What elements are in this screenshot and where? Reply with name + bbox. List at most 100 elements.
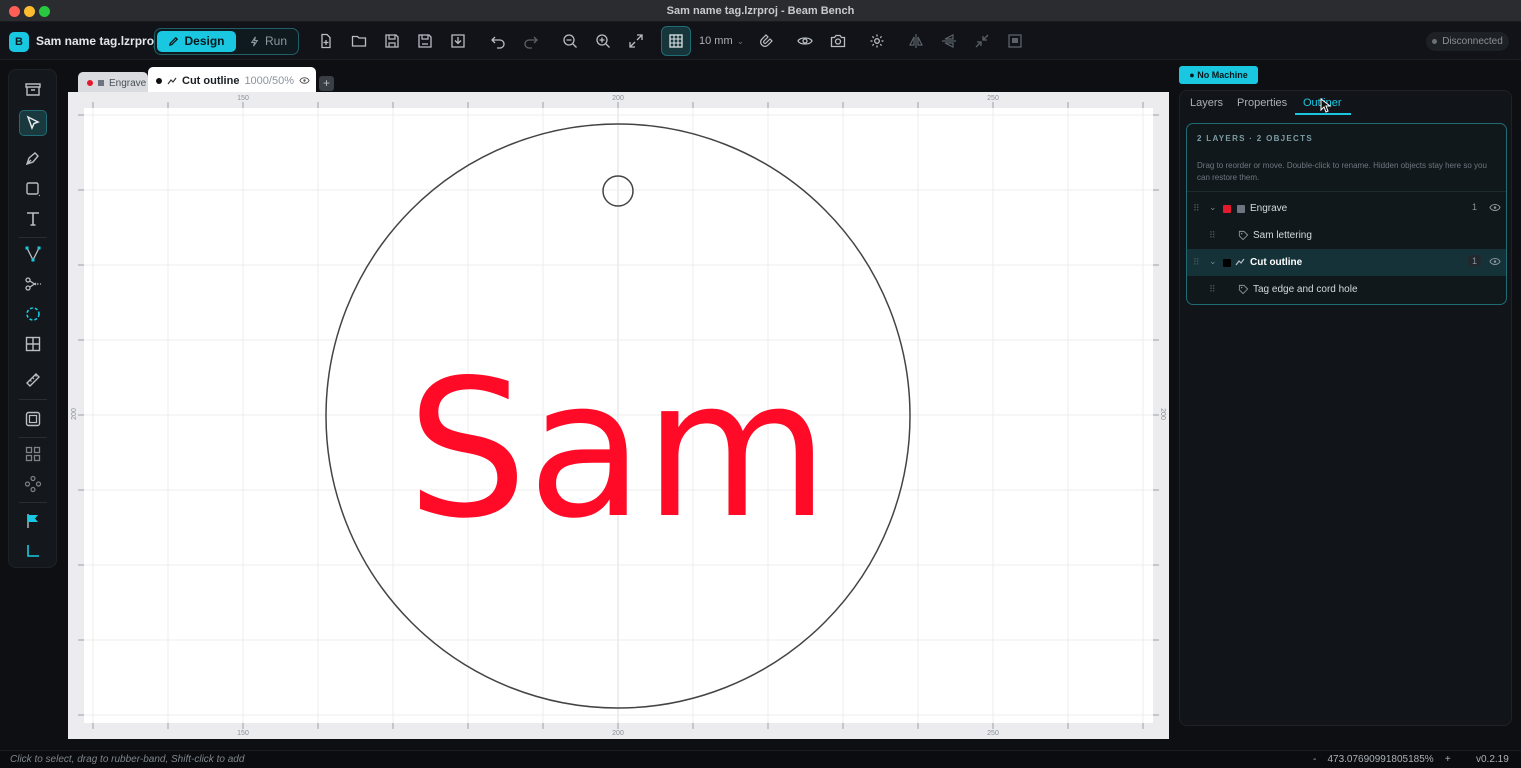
drag-handle-icon[interactable]: ⠿: [1193, 257, 1200, 268]
layer-row-cut-outline[interactable]: ⠿ ⌄ Cut outline 1: [1187, 249, 1506, 276]
zoom-in-icon[interactable]: [591, 29, 615, 53]
status-hint: Click to select, drag to rubber-band, Sh…: [10, 754, 245, 765]
run-mode-label: Run: [264, 34, 287, 48]
close-window-button[interactable]: [9, 6, 20, 17]
ruler-bottom-label: 150: [237, 730, 249, 737]
run-mode-button[interactable]: Run: [239, 31, 297, 52]
object-count-badge: 1: [1468, 255, 1482, 267]
preview-eye-icon[interactable]: [793, 29, 817, 53]
minimize-window-button[interactable]: [24, 6, 35, 17]
frame-tool-icon[interactable]: [19, 406, 47, 432]
tag-icon: [1238, 284, 1249, 295]
open-folder-icon[interactable]: [347, 29, 371, 53]
select-pointer-tool-icon[interactable]: [19, 110, 47, 136]
machine-status-badge[interactable]: ● No Machine: [1179, 66, 1258, 84]
measure-ruler-tool-icon[interactable]: [19, 367, 47, 393]
layer-color-dot: [156, 77, 162, 84]
zoom-out-button[interactable]: -: [1313, 754, 1316, 765]
save-as-icon[interactable]: [413, 29, 437, 53]
tab-cut-outline[interactable]: Cut outline 1000/50%: [148, 67, 316, 94]
sam-lettering[interactable]: Sam: [407, 339, 829, 560]
chevron-down-icon[interactable]: ⌄: [1209, 256, 1217, 267]
grid-size-select[interactable]: 10 mm ⌄: [699, 35, 744, 47]
design-mode-button[interactable]: Design: [157, 31, 236, 52]
layer-name: Engrave: [1250, 203, 1288, 214]
zoom-window-button[interactable]: [39, 6, 50, 17]
redo-icon[interactable]: [519, 29, 543, 53]
tab-properties[interactable]: Properties: [1237, 97, 1287, 109]
material-tray-tool-icon[interactable]: [19, 76, 47, 102]
layer-type-square-icon: [98, 80, 104, 86]
mode-switcher: Design Run: [154, 28, 299, 55]
rectangle-tool-icon[interactable]: [19, 176, 47, 202]
save-icon[interactable]: [380, 29, 404, 53]
shrink-arrows-icon[interactable]: [970, 29, 994, 53]
line-path-icon: [1235, 258, 1245, 266]
object-row-sam-lettering[interactable]: ⠿ Sam lettering: [1187, 222, 1506, 249]
machine-label: No Machine: [1197, 70, 1248, 80]
ruler-left-label: 200: [71, 408, 78, 420]
text-tool-icon[interactable]: [19, 206, 47, 232]
arrange-grid-tool-icon[interactable]: [19, 441, 47, 467]
drag-handle-icon[interactable]: ⠿: [1209, 284, 1216, 295]
offset-path-tool-icon[interactable]: [19, 301, 47, 327]
object-name: Sam lettering: [1253, 230, 1312, 241]
drag-handle-icon[interactable]: ⠿: [1209, 230, 1216, 241]
grid-size-value: 10 mm: [699, 35, 733, 47]
fit-view-icon[interactable]: [624, 29, 648, 53]
layer-color-swatch[interactable]: [1223, 205, 1231, 213]
scissors-cut-tool-icon[interactable]: [19, 271, 47, 297]
design-mode-label: Design: [184, 34, 225, 48]
tag-icon: [1238, 230, 1249, 241]
chevron-down-icon: ⌄: [736, 36, 745, 46]
tool-divider: [19, 237, 47, 238]
tool-divider: [19, 502, 47, 503]
chevron-down-icon[interactable]: ⌄: [1209, 202, 1217, 213]
zoom-out-icon[interactable]: [558, 29, 582, 53]
tab-cut-outline-label: Cut outline: [182, 74, 240, 87]
ruler-top-label: 200: [612, 95, 624, 102]
tab-engrave[interactable]: Engrave: [78, 72, 148, 94]
layer-row-engrave[interactable]: ⠿ ⌄ Engrave 1: [1187, 195, 1506, 222]
export-icon[interactable]: [446, 29, 470, 53]
app-icon: B: [9, 32, 29, 52]
pen-tool-icon[interactable]: [19, 145, 47, 171]
outliner-summary: 2 LAYERS · 2 OBJECTS: [1197, 134, 1313, 143]
eye-icon[interactable]: [299, 76, 310, 85]
frame-icon[interactable]: [1003, 29, 1027, 53]
zoom-in-button[interactable]: +: [1445, 754, 1451, 765]
layer-color-dot: [87, 80, 93, 86]
object-name: Tag edge and cord hole: [1253, 284, 1358, 295]
flip-horizontal-icon[interactable]: [904, 29, 928, 53]
snap-magnet-icon[interactable]: [754, 29, 778, 53]
circular-array-tool-icon[interactable]: [19, 471, 47, 497]
settings-gear-icon[interactable]: [865, 29, 889, 53]
camera-icon[interactable]: [826, 29, 850, 53]
flip-vertical-icon[interactable]: [937, 29, 961, 53]
pencil-icon: [169, 36, 179, 47]
connection-status-badge: Disconnected: [1426, 32, 1509, 51]
ruler-bottom-label: 250: [987, 730, 999, 737]
tab-cut-outline-settings: 1000/50%: [244, 74, 294, 87]
lightning-icon: [250, 36, 259, 47]
new-file-icon[interactable]: [314, 29, 338, 53]
ruler-top-label: 150: [237, 95, 249, 102]
origin-corner-tool-icon[interactable]: [19, 538, 47, 564]
grid-array-tool-icon[interactable]: [19, 331, 47, 357]
add-tab-button[interactable]: +: [319, 76, 334, 91]
main-toolbar: B Sam name tag.lzrproj Design Run 10 mm ⌄…: [0, 22, 1521, 60]
eye-icon[interactable]: [1489, 203, 1501, 212]
tab-engrave-label: Engrave: [109, 77, 147, 89]
layer-color-swatch[interactable]: [1223, 259, 1231, 267]
undo-icon[interactable]: [486, 29, 510, 53]
grid-toggle-icon[interactable]: [661, 26, 691, 56]
drag-handle-icon[interactable]: ⠿: [1193, 203, 1200, 214]
tab-layers[interactable]: Layers: [1190, 97, 1223, 109]
object-row-tag-edge[interactable]: ⠿ Tag edge and cord hole: [1187, 276, 1506, 303]
node-edit-tool-icon[interactable]: [19, 241, 47, 267]
eye-icon[interactable]: [1489, 257, 1501, 266]
design-canvas[interactable]: 150 200 250 150 200 250 200 200 Sam: [68, 92, 1169, 739]
status-bar: Click to select, drag to rubber-band, Sh…: [0, 750, 1521, 768]
tool-divider: [19, 437, 47, 438]
start-flag-tool-icon[interactable]: [19, 508, 47, 534]
